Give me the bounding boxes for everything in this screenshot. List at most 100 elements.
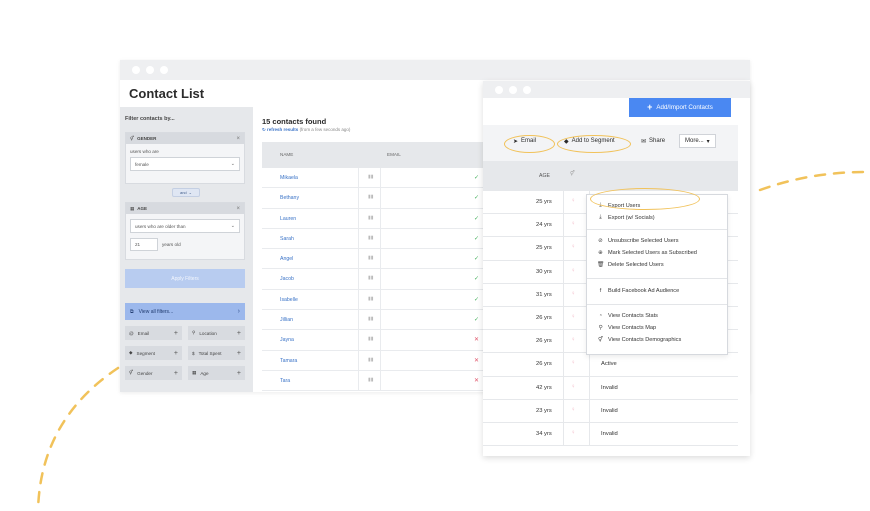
contact-age: 25 yrs [536, 245, 552, 252]
menu-divider [587, 278, 727, 279]
table-row[interactable]: Sarah ▮▮ ✓ [262, 228, 486, 250]
check-icon: ✓ [474, 317, 480, 324]
table-row[interactable]: Isabelle ▮▮ ✓ [262, 289, 486, 311]
filter-chip-gender[interactable]: ⚥ Gender + [125, 366, 182, 380]
column-divider [358, 249, 359, 269]
menu-divider [587, 229, 727, 230]
add-import-contacts-button[interactable]: + Add/Import Contacts [629, 98, 731, 117]
column-header-email[interactable]: EMAIL [387, 152, 401, 157]
contact-name-link[interactable]: Lauren [280, 216, 296, 222]
signal-icon: ▮▮ [368, 174, 374, 180]
close-icon[interactable]: × [236, 206, 240, 212]
menu-item-label: View Contacts Demographics [608, 337, 682, 343]
filter-panel: Filter contacts by... ⚥ GENDER × users w… [120, 107, 253, 392]
filter-chip-age[interactable]: ▦ Age + [188, 366, 245, 380]
column-divider [380, 310, 381, 330]
filter-chip-email[interactable]: @ Email + [125, 326, 182, 340]
menu-item-export-socials[interactable]: ⤓ Export (w/ Socials) [597, 214, 654, 221]
more-button[interactable]: More... ▾ [679, 134, 716, 148]
table-row[interactable]: Tamara ▮▮ ✕ [262, 350, 486, 371]
filter-chip-total-spent[interactable]: $ Total Spent + [188, 346, 245, 360]
column-divider [358, 350, 359, 370]
table-row[interactable]: Mikaela ▮▮ ✓ [262, 168, 486, 189]
table-row[interactable]: Jillian ▮▮ ✓ [262, 310, 486, 331]
age-input[interactable]: 21 [130, 238, 158, 251]
contact-name-link[interactable]: Sarah [280, 236, 294, 242]
facebook-icon: f [599, 288, 602, 294]
gender-select[interactable]: female ⌄ [130, 157, 240, 171]
window-dot [132, 66, 140, 74]
contact-name-link[interactable]: Angel [280, 256, 293, 262]
menu-item-contacts-map[interactable]: ⚲ View Contacts Map [597, 325, 656, 331]
share-button[interactable]: ✉ Share [641, 134, 665, 148]
window-dot [509, 85, 517, 94]
female-icon: ♀ [571, 221, 576, 228]
and-operator-label: and [179, 190, 187, 195]
contact-name-link[interactable]: Mikaela [280, 175, 298, 181]
contact-name-link[interactable]: Jillian [280, 317, 293, 323]
column-header-age[interactable]: AGE [539, 173, 550, 179]
column-divider [589, 376, 590, 399]
column-divider [358, 208, 359, 228]
and-operator-select[interactable]: and ⌄ [172, 188, 200, 197]
contact-name-link[interactable]: Tara [280, 378, 290, 384]
refresh-results-link[interactable]: ↻ refresh results [262, 127, 298, 132]
table-row[interactable]: Bethany ▮▮ ✓ [262, 188, 486, 209]
table-row[interactable]: 42 yrs ♀ Invalid [483, 376, 738, 400]
column-divider [358, 289, 359, 310]
close-icon[interactable]: × [236, 136, 240, 142]
filter-chip-segment[interactable]: ◆ Segment + [125, 346, 182, 360]
menu-item-unsubscribe[interactable]: ⊘ Unsubscribe Selected Users [597, 238, 678, 244]
contact-name-link[interactable]: Jacob [280, 276, 294, 282]
calendar-icon: ▦ [192, 370, 197, 375]
gender-filter-label: GENDER [137, 136, 157, 141]
table-row[interactable]: 26 yrs ♀ Active [483, 353, 738, 377]
contact-status: Active [601, 361, 617, 368]
column-divider [358, 168, 359, 188]
contacts-found-count: 15 contacts found [262, 117, 327, 126]
check-icon: ✓ [474, 215, 480, 222]
download-icon: ⤓ [599, 214, 602, 220]
menu-item-contacts-stats[interactable]: ◔ View Contacts Stats [597, 313, 658, 319]
contact-age: 30 yrs [536, 268, 552, 275]
table-row[interactable]: Tara ▮▮ ✕ [262, 370, 486, 392]
contact-name-link[interactable]: Jayna [280, 337, 294, 343]
table-row[interactable]: Jayna ▮▮ ✕ [262, 330, 486, 351]
female-icon: ♀ [571, 290, 576, 297]
view-all-filters-button[interactable]: ⧉ View all filters... › [125, 303, 245, 320]
filter-chip-location[interactable]: ⚲ Location + [188, 326, 245, 340]
table-row[interactable]: Lauren ▮▮ ✓ [262, 208, 486, 229]
apply-filters-button[interactable]: Apply Filters [125, 269, 245, 288]
signal-icon: ▮▮ [368, 316, 374, 323]
dollar-icon: $ [192, 350, 195, 356]
table-row[interactable]: Angel ▮▮ ✓ [262, 249, 486, 270]
column-divider [358, 188, 359, 208]
menu-item-mark-subscribed[interactable]: ⊕ Mark Selected Users as Subscribed [597, 250, 697, 256]
filter-chip-label: Email [137, 330, 150, 336]
column-divider [563, 191, 564, 214]
age-condition-value: users who are older than [135, 223, 186, 229]
female-icon: ♀ [571, 406, 576, 413]
signal-icon: ▮▮ [368, 214, 374, 221]
gender-icon: ⚥ [597, 337, 604, 343]
contact-name-link[interactable]: Tamara [280, 358, 297, 364]
contact-name-link[interactable]: Isabelle [280, 297, 298, 303]
table-row[interactable]: 34 yrs ♀ Invalid [483, 422, 738, 447]
signal-icon: ▮▮ [368, 255, 374, 262]
plus-icon: + [173, 369, 178, 377]
column-divider [563, 330, 564, 353]
menu-item-delete[interactable]: 🗑 Delete Selected Users [597, 262, 664, 268]
highlight-ellipse [557, 135, 631, 153]
filter-chip-label: Total Spent [198, 350, 222, 356]
table-row[interactable]: 23 yrs ♀ Invalid [483, 399, 738, 423]
age-condition-select[interactable]: users who are older than ⌄ [130, 219, 240, 233]
column-header-name[interactable]: NAME [280, 152, 293, 157]
contact-name-link[interactable]: Bethany [280, 195, 299, 201]
column-divider [380, 188, 381, 208]
menu-item-label: View Contacts Stats [608, 313, 658, 319]
contact-age: 26 yrs [536, 314, 552, 321]
column-divider [380, 249, 381, 269]
table-row[interactable]: Jacob ▮▮ ✓ [262, 269, 486, 290]
menu-item-contacts-demographics[interactable]: ⚥ View Contacts Demographics [597, 337, 681, 343]
menu-item-facebook-audience[interactable]: f Build Facebook Ad Audience [597, 288, 680, 294]
